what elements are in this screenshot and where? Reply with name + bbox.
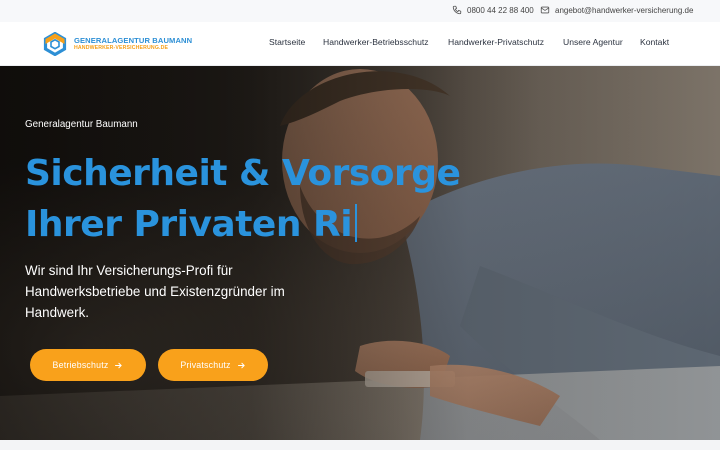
privatschutz-button-label: Privatschutz (180, 360, 231, 370)
phone-number: 0800 44 22 88 400 (467, 5, 534, 15)
arrow-right-icon (237, 362, 245, 368)
logo-text: GENERALAGENTUR BAUMANN HANDWERKER-VERSIC… (74, 37, 192, 52)
nav-item-kontakt[interactable]: Kontakt (640, 37, 669, 47)
hero-lead-text: Wir sind Ihr Versicherungs-Profi für Han… (25, 263, 285, 320)
betriebschutz-button[interactable]: Betriebschutz (30, 349, 146, 381)
email-link[interactable]: angebot@handwerker-versicherung.de (540, 5, 693, 15)
phone-link[interactable]: 0800 44 22 88 400 (452, 5, 534, 15)
section-divider (0, 440, 720, 450)
hero-headline: Sicherheit & Vorsorge Ihrer Privaten Ri (25, 148, 461, 250)
nav-item-betriebsschutz[interactable]: Handwerker-Betriebsschutz (323, 37, 429, 47)
hexagon-logo-icon (43, 32, 67, 56)
privatschutz-button[interactable]: Privatschutz (158, 349, 268, 381)
betriebschutz-button-label: Betriebschutz (52, 360, 109, 370)
hero-eyebrow: Generalagentur Baumann (25, 119, 138, 130)
headline-line-1: Sicherheit & Vorsorge (25, 153, 461, 194)
nav-item-privatschutz[interactable]: Handwerker-Privatschutz (448, 37, 544, 47)
email-address: angebot@handwerker-versicherung.de (555, 5, 694, 15)
nav-item-agentur[interactable]: Unsere Agentur (563, 37, 623, 47)
mail-icon (540, 6, 550, 14)
logo-domain: HANDWERKER-VERSICHERUNG.DE (74, 45, 169, 51)
headline-line-2: Ihrer Privaten Ri (25, 204, 353, 245)
typing-cursor (355, 204, 358, 242)
nav-item-startseite[interactable]: Startseite (269, 37, 305, 47)
hero-section: Generalagentur Baumann Sicherheit & Vors… (0, 66, 720, 440)
phone-icon (452, 5, 462, 15)
headline-line-2-wrap: Ihrer Privaten Ri (25, 199, 460, 250)
logo-name: GENERALAGENTUR BAUMANN (74, 36, 193, 45)
site-header: GENERALAGENTUR BAUMANN HANDWERKER-VERSIC… (0, 22, 720, 66)
top-contact-bar: 0800 44 22 88 400 angebot@handwerker-ver… (0, 0, 720, 22)
arrow-right-icon (115, 362, 123, 368)
site-logo[interactable]: GENERALAGENTUR BAUMANN HANDWERKER-VERSIC… (43, 32, 192, 56)
